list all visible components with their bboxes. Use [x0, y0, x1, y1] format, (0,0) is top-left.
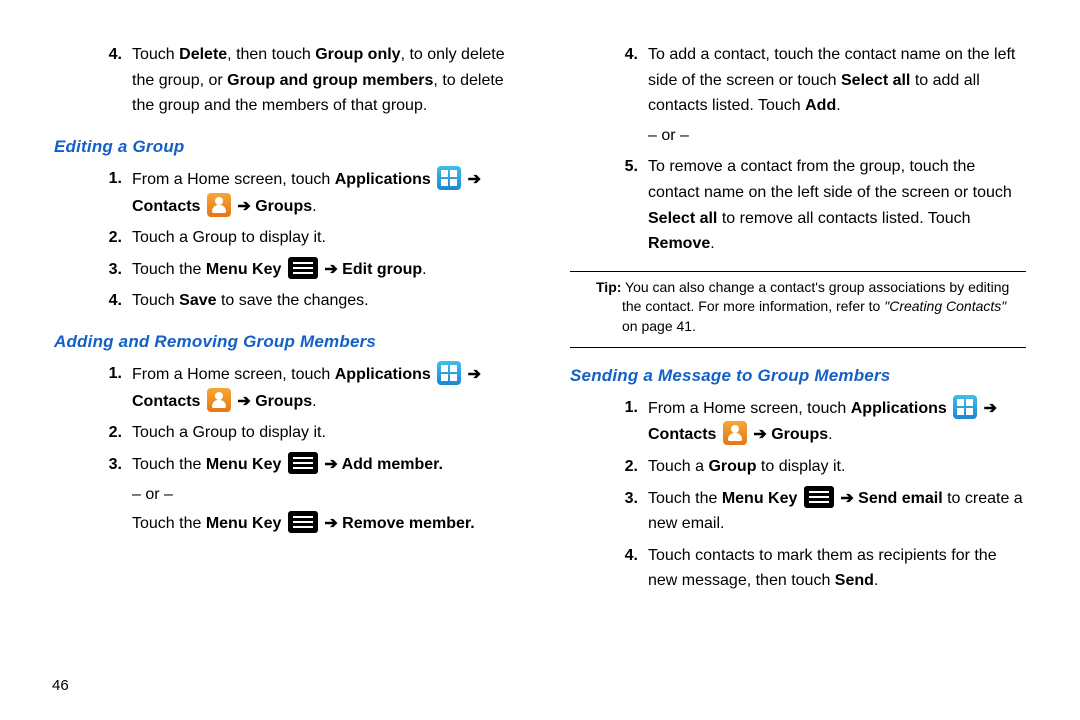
step-number: 2. — [94, 420, 122, 446]
list-item: 5. To remove a contact from the group, to… — [610, 154, 1026, 256]
tip-box: Tip: You can also change a contact's gro… — [570, 271, 1026, 348]
tip-text: Tip: You can also change a contact's gro… — [578, 278, 1018, 337]
step-text: Touch a Group to display it. — [648, 458, 845, 475]
contacts-icon — [207, 193, 231, 217]
list-item: 3. Touch the Menu Key ➔ Edit group. — [94, 257, 510, 283]
menu-key-icon — [288, 511, 318, 533]
heading-editing-group: Editing a Group — [54, 133, 510, 160]
step-text: Touch the Menu Key ➔ Add member. — [132, 456, 443, 473]
add-remove-steps: 1. From a Home screen, touch Applications… — [94, 361, 510, 537]
step-text: Touch contacts to mark them as recipient… — [648, 547, 997, 590]
step-number: 1. — [94, 361, 122, 387]
add-remove-continuation: 4. To add a contact, touch the contact na… — [610, 42, 1026, 257]
tip-reference: "Creating Contacts" — [884, 298, 1006, 314]
applications-icon — [437, 361, 461, 385]
step-number: 1. — [610, 395, 638, 421]
right-column: 4. To add a contact, touch the contact na… — [540, 36, 1040, 690]
step-text: Touch a Group to display it. — [132, 229, 326, 246]
step-text: To remove a contact from the group, touc… — [648, 158, 1012, 252]
applications-icon — [953, 395, 977, 419]
step-number: 2. — [94, 225, 122, 251]
step-number: 3. — [94, 257, 122, 283]
step-text: From a Home screen, touch Applications ➔… — [648, 400, 997, 444]
step-text: To add a contact, touch the contact name… — [648, 46, 1015, 114]
or-separator: – or – — [648, 123, 1026, 149]
list-item: 4. Touch Delete, then touch Group only, … — [94, 42, 510, 119]
menu-key-icon — [288, 452, 318, 474]
manual-page: 4. Touch Delete, then touch Group only, … — [0, 0, 1080, 720]
list-item: 2. Touch a Group to display it. — [610, 454, 1026, 480]
step-text: Touch Delete, then touch Group only, to … — [132, 46, 505, 114]
list-item: 4. Touch Save to save the changes. — [94, 288, 510, 314]
step-number: 1. — [94, 166, 122, 192]
list-item: 3. Touch the Menu Key ➔ Send email to cre… — [610, 486, 1026, 537]
step-text: Touch the Menu Key ➔ Send email to creat… — [648, 490, 1023, 533]
menu-key-icon — [804, 486, 834, 508]
step-number: 3. — [610, 486, 638, 512]
send-message-steps: 1. From a Home screen, touch Applications… — [610, 395, 1026, 594]
step-text: From a Home screen, touch Applications ➔… — [132, 366, 481, 410]
step-text: Touch a Group to display it. — [132, 424, 326, 441]
step-text: Touch Save to save the changes. — [132, 292, 369, 309]
applications-icon — [437, 166, 461, 190]
heading-add-remove-members: Adding and Removing Group Members — [54, 328, 510, 355]
step-number: 3. — [94, 452, 122, 478]
step-text: Touch the Menu Key ➔ Edit group. — [132, 261, 427, 278]
list-item: 4. To add a contact, touch the contact na… — [610, 42, 1026, 148]
left-column: 4. Touch Delete, then touch Group only, … — [40, 36, 540, 690]
contacts-icon — [723, 421, 747, 445]
list-item: 3. Touch the Menu Key ➔ Add member. – or –… — [94, 452, 510, 537]
step-alt-text: Touch the Menu Key ➔ Remove member. — [132, 511, 510, 537]
or-separator: – or – — [132, 482, 510, 508]
list-item: 4. Touch contacts to mark them as recipie… — [610, 543, 1026, 594]
step-number: 2. — [610, 454, 638, 480]
step-number: 4. — [94, 42, 122, 68]
heading-send-message: Sending a Message to Group Members — [570, 362, 1026, 389]
menu-key-icon — [288, 257, 318, 279]
step-number: 5. — [610, 154, 638, 180]
delete-group-continuation: 4. Touch Delete, then touch Group only, … — [94, 42, 510, 119]
editing-group-steps: 1. From a Home screen, touch Applications… — [94, 166, 510, 314]
list-item: 1. From a Home screen, touch Applications… — [94, 361, 510, 414]
contacts-icon — [207, 388, 231, 412]
list-item: 1. From a Home screen, touch Applications… — [94, 166, 510, 219]
page-number: 46 — [52, 674, 69, 698]
step-text: From a Home screen, touch Applications ➔… — [132, 171, 481, 215]
step-number: 4. — [610, 543, 638, 569]
list-item: 2. Touch a Group to display it. — [94, 420, 510, 446]
list-item: 1. From a Home screen, touch Applications… — [610, 395, 1026, 448]
step-number: 4. — [94, 288, 122, 314]
list-item: 2. Touch a Group to display it. — [94, 225, 510, 251]
tip-label: Tip: — [596, 279, 621, 295]
step-number: 4. — [610, 42, 638, 68]
